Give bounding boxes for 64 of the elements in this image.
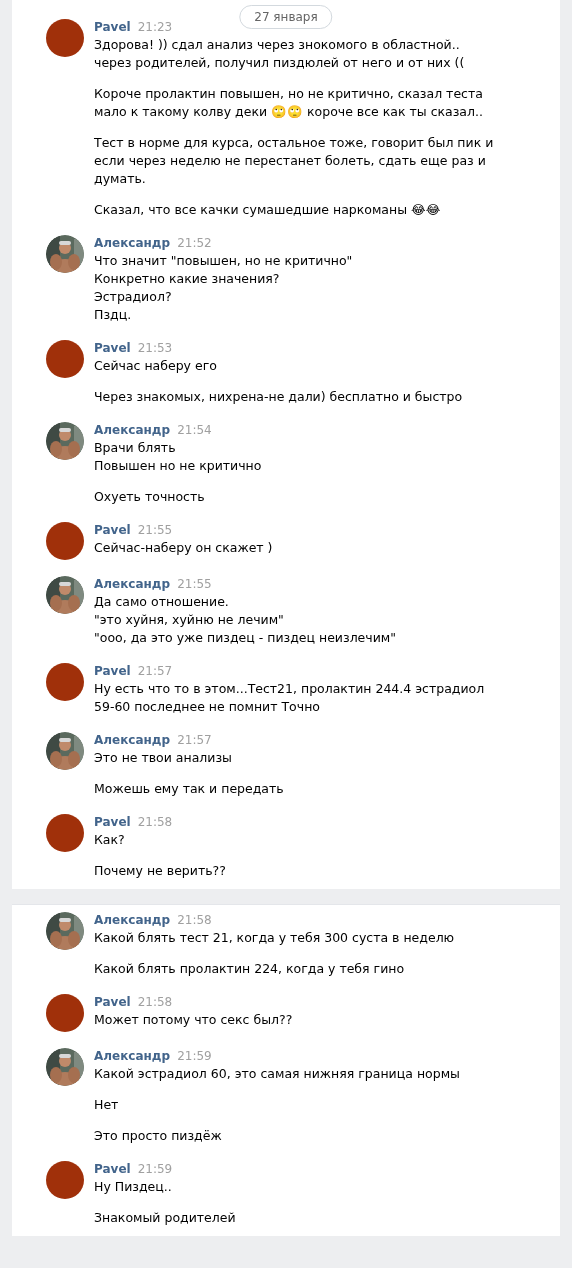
message-time: 21:23	[137, 19, 173, 36]
message-text: Конкретно какие значения?	[94, 270, 281, 288]
message-text: Эстрадиол?	[94, 288, 173, 306]
message-text: Почему не верить??	[94, 862, 227, 880]
author-name[interactable]: Александр	[94, 911, 171, 929]
message-text: Здорова! )) сдал анализ через знокомого в областной.. через родителей, получил пиздюлей от него и от них ((	[94, 36, 466, 72]
message-time: 21:55	[177, 576, 212, 593]
message-text: Короче пролактин повышен, но не критично, сказал теста мало к такому колву деки 🙄🙄 короче все как ты сказал..	[94, 85, 484, 121]
message-text: Пздц.	[94, 306, 133, 324]
message-text: Охуеть точность	[94, 488, 206, 506]
message-text: Врачи блять	[94, 439, 177, 457]
message-text: Сейчас-наберу он скажет )	[94, 539, 274, 557]
author-name[interactable]: Pavel	[94, 18, 131, 36]
message-time: 21:58	[137, 994, 173, 1011]
message-text: Ну Пиздец..	[94, 1178, 173, 1196]
message-text: Это не твои анализы	[94, 749, 233, 767]
avatar[interactable]	[46, 1161, 84, 1199]
message-text: "это хуйня, хуйню не лечим"	[94, 611, 285, 629]
avatar[interactable]	[46, 994, 84, 1032]
avatar[interactable]	[46, 522, 84, 560]
message-time: 21:59	[177, 1048, 212, 1065]
message-time: 21:59	[137, 1161, 173, 1178]
avatar[interactable]	[46, 663, 84, 701]
author-name[interactable]: Александр	[94, 1047, 171, 1065]
message-text: Какой блять пролактин 224, когда у тебя гино	[94, 960, 406, 978]
message-text: Через знакомых, нихрена-не дали) бесплатно и быстро	[94, 388, 464, 406]
message-text: Можешь ему так и передать	[94, 780, 285, 798]
author-name[interactable]: Александр	[94, 234, 171, 252]
message-text: Может потому что секс был??	[94, 1011, 294, 1029]
avatar[interactable]	[46, 814, 84, 852]
message-text: Сейчас наберу его	[94, 357, 218, 375]
message-time: 21:55	[137, 522, 173, 539]
message-text: Какой эстрадиол 60, это самая нижняя граница нормы	[94, 1065, 461, 1083]
author-name[interactable]: Александр	[94, 575, 171, 593]
author-name[interactable]: Pavel	[94, 521, 131, 539]
message-text: "ооо, да это уже пиздец - пиздец неизлечим"	[94, 629, 397, 647]
message-time: 21:58	[177, 912, 212, 929]
author-name[interactable]: Pavel	[94, 813, 131, 831]
author-name[interactable]: Pavel	[94, 1160, 131, 1178]
date-label: 27 января	[239, 5, 333, 29]
message-text: Повышен но не критично	[94, 457, 263, 475]
avatar[interactable]	[46, 19, 84, 57]
message-text: Ну есть что то в этом...Тест21, пролактин 244.4 эстрадиол 59-60 последнее не помнит Точно	[94, 680, 486, 716]
author-name[interactable]: Александр	[94, 731, 171, 749]
message-time: 21:57	[177, 732, 212, 749]
message-text: Тест в норме для курса, остальное тоже, говорит был пик и если через неделю не перестанет болеть, сдать еще раз и думать.	[94, 134, 494, 188]
avatar[interactable]	[46, 340, 84, 378]
message-time: 21:54	[177, 422, 212, 439]
message-text: Сказал, что все качки сумашедшие наркоманы 😂😂	[94, 201, 442, 219]
author-name[interactable]: Pavel	[94, 662, 131, 680]
message-text: Нет	[94, 1096, 120, 1114]
message-time: 21:58	[137, 814, 173, 831]
message-text: Да само отношение.	[94, 593, 230, 611]
message-text: Какой блять тест 21, когда у тебя 300 суста в неделю	[94, 929, 456, 947]
message-time: 21:52	[177, 235, 212, 252]
message-text: Как?	[94, 831, 126, 849]
message-time: 21:53	[137, 340, 173, 357]
author-name[interactable]: Александр	[94, 421, 171, 439]
message-time: 21:57	[137, 663, 173, 680]
message-text: Что значит "повышен, но не критично"	[94, 252, 354, 270]
author-name[interactable]: Pavel	[94, 339, 131, 357]
message-text: Знакомый родителей	[94, 1209, 237, 1227]
author-name[interactable]: Pavel	[94, 993, 131, 1011]
message-text: Это просто пиздёж	[94, 1127, 223, 1145]
